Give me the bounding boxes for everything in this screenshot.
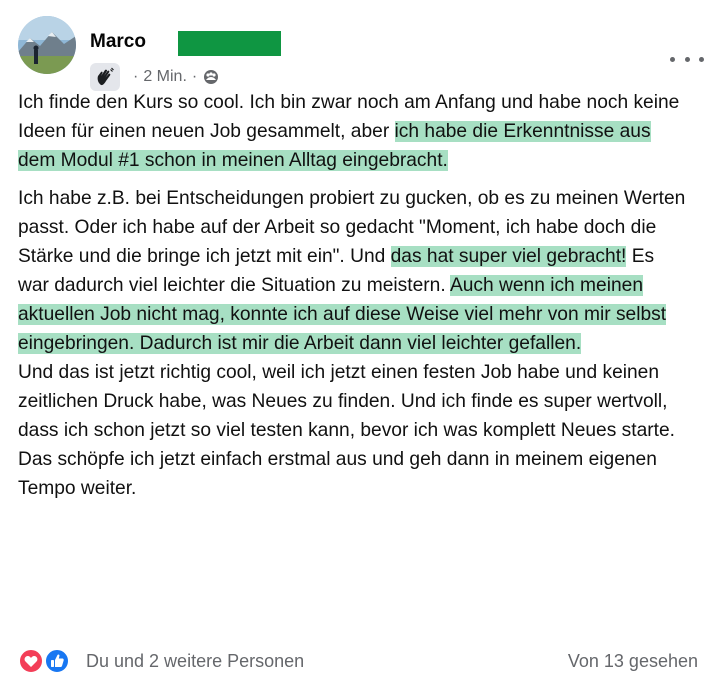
more-options-icon[interactable] <box>670 52 704 66</box>
group-audience-icon <box>204 70 219 84</box>
post-footer: Du und 2 weitere Personen Von 13 gesehen <box>18 644 698 678</box>
post-paragraph-2: Ich habe z.B. bei Entscheidungen probier… <box>18 184 690 358</box>
wave-hand-icon <box>97 67 114 86</box>
post-timestamp[interactable]: 2 Min. <box>143 68 187 86</box>
post-card: Marco · 2 Min. · Ich finde den Kurs so c… <box>0 0 708 684</box>
more-dot <box>699 56 704 62</box>
meta-separator: · <box>191 68 198 85</box>
redaction-bar <box>178 31 281 56</box>
seen-count[interactable]: Von 13 gesehen <box>568 651 698 672</box>
meta-separator: · <box>133 68 139 85</box>
post-header: Marco · 2 Min. · <box>18 16 704 91</box>
author-name[interactable]: Marco <box>90 31 146 53</box>
member-badge[interactable] <box>90 63 120 91</box>
more-dot <box>684 56 690 62</box>
post-paragraph-3: Und das ist jetzt richtig cool, weil ich… <box>18 362 675 499</box>
reactions-summary[interactable]: Du und 2 weitere Personen <box>86 651 304 672</box>
meta-text: · 2 Min. · <box>128 68 219 86</box>
post-paragraph-1: Ich finde den Kurs so cool. Ich bin zwar… <box>18 88 690 175</box>
post-meta: · 2 Min. · <box>90 63 219 91</box>
like-reaction-icon <box>44 648 70 674</box>
avatar[interactable] <box>18 16 76 74</box>
avatar-photo <box>18 16 76 74</box>
highlighted-text: das hat super viel gebracht! <box>390 246 627 267</box>
reaction-icons[interactable] <box>18 648 74 674</box>
post-body: Ich finde den Kurs so cool. Ich bin zwar… <box>18 88 690 503</box>
more-dot <box>670 56 675 62</box>
love-reaction-icon <box>18 648 44 674</box>
